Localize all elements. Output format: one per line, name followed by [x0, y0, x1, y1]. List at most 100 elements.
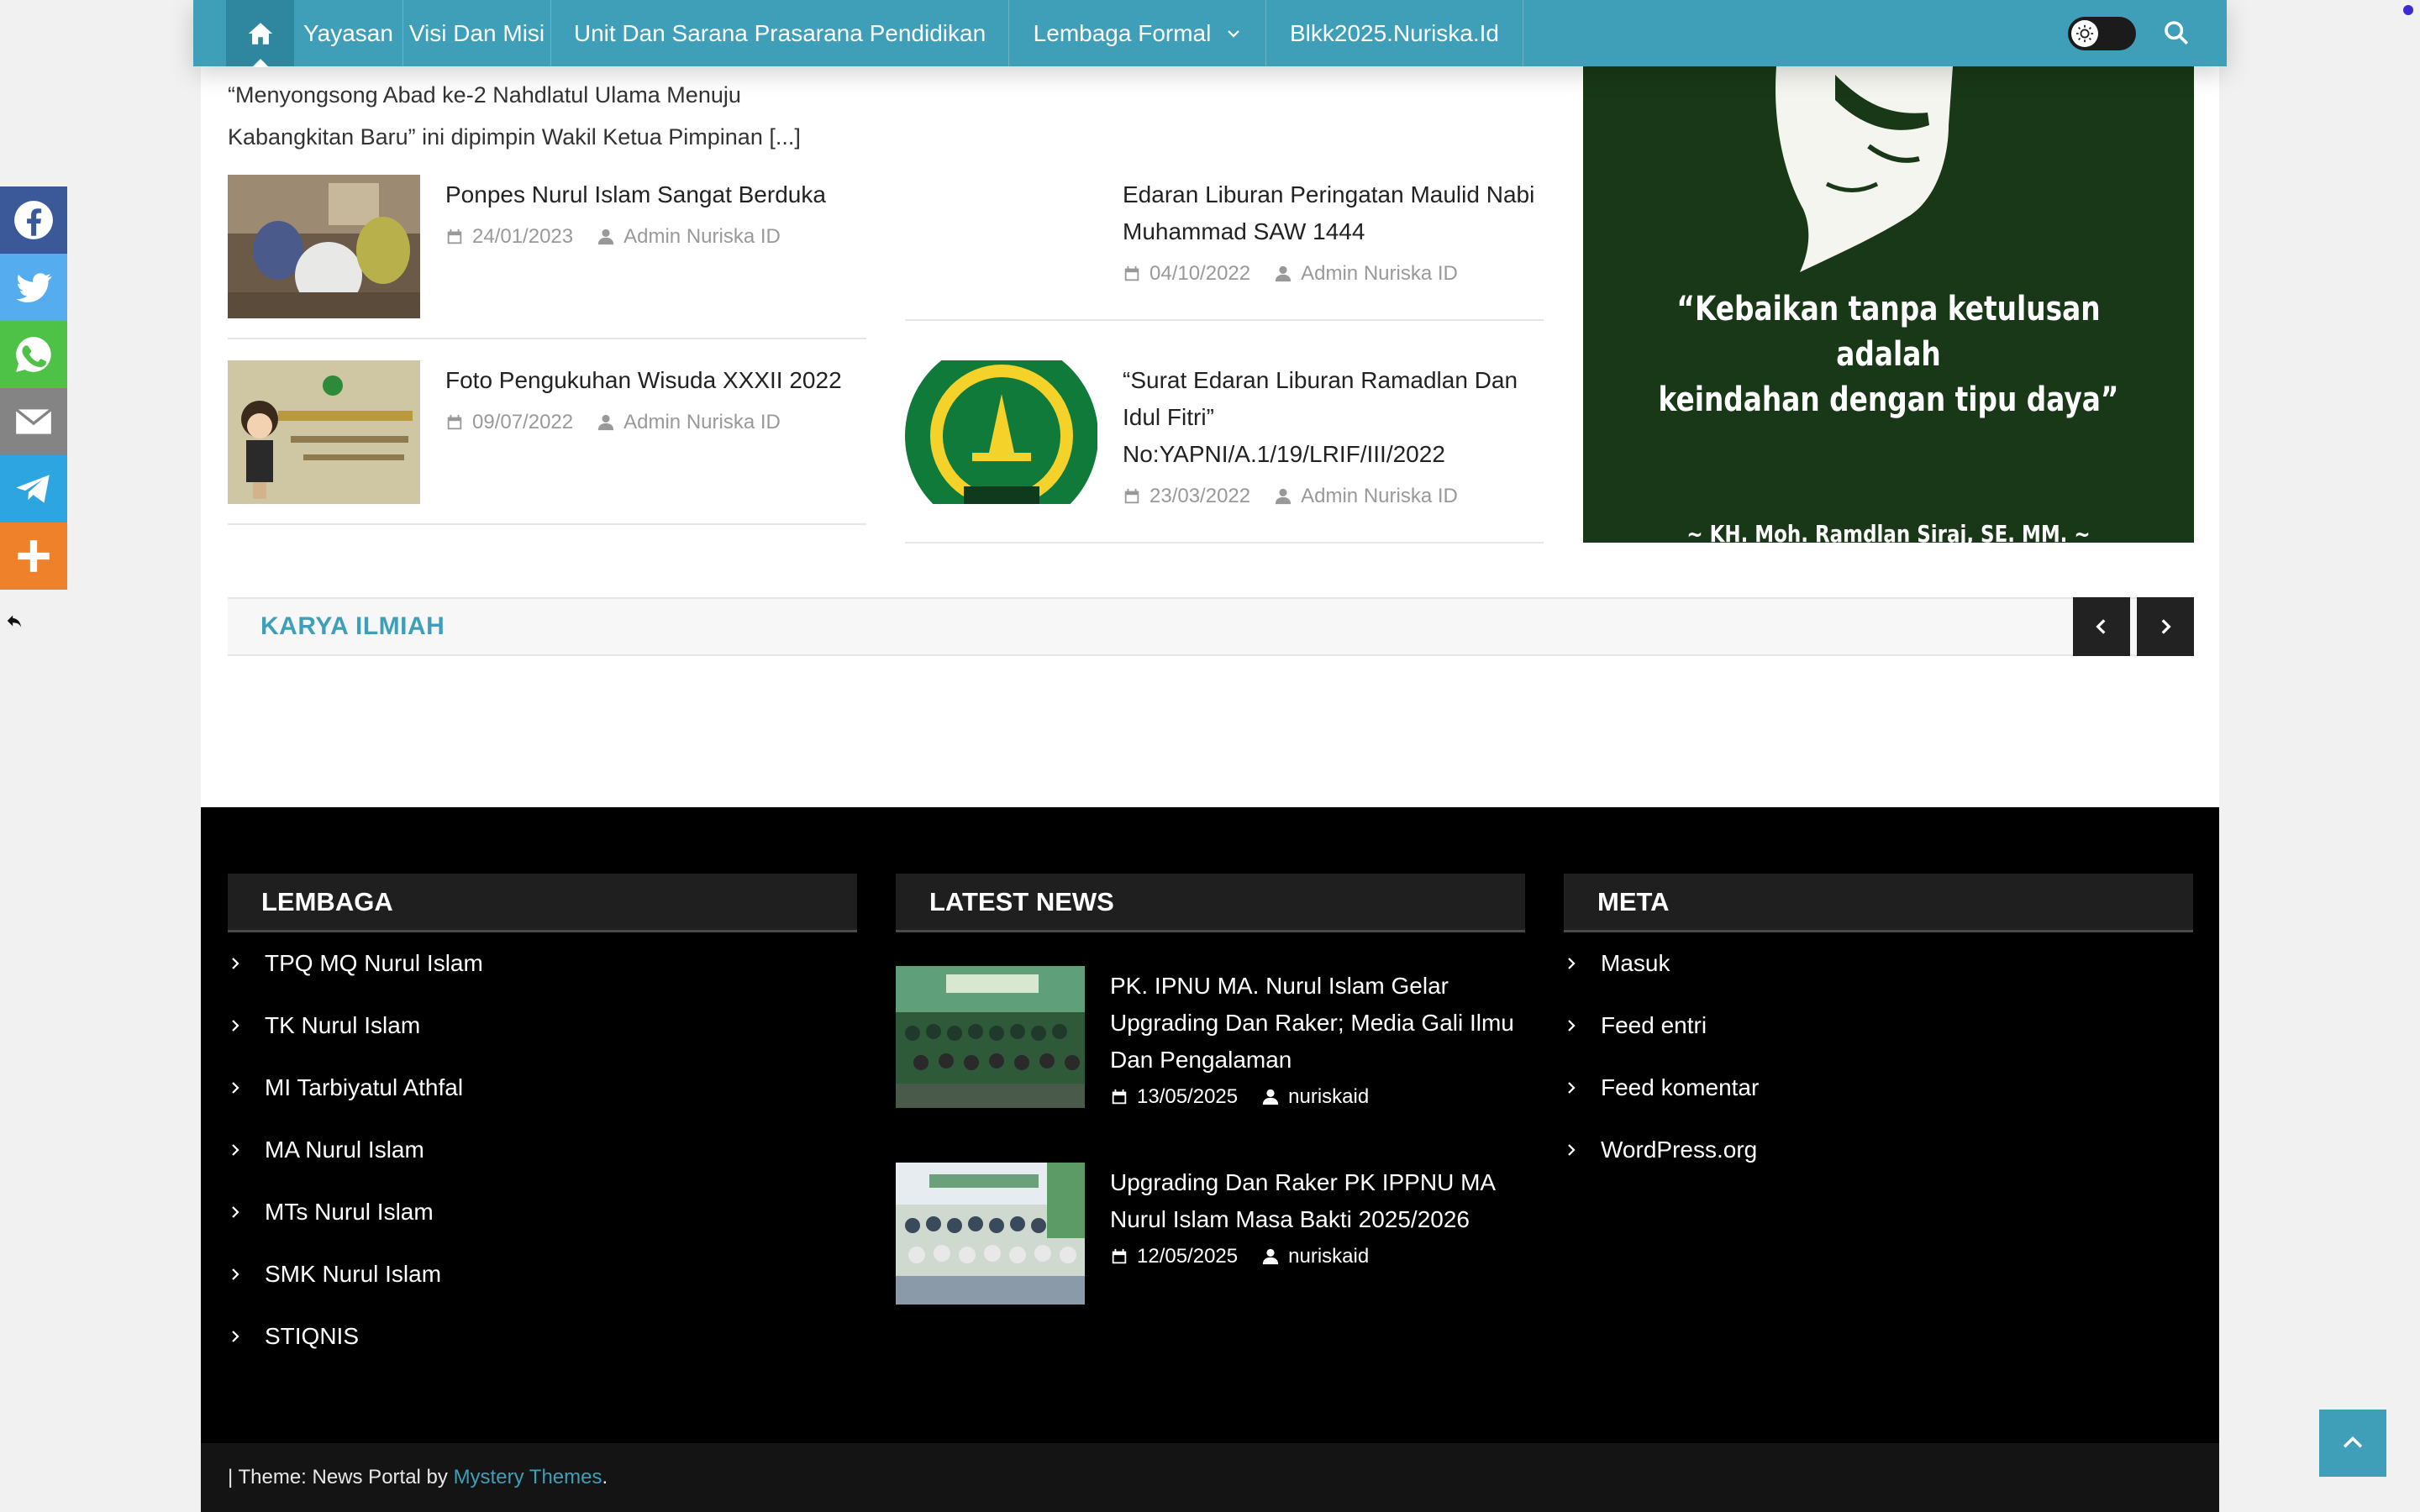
news-thumbnail[interactable] [896, 1163, 1085, 1305]
copyright-text: | Theme: News Portal by [228, 1466, 454, 1488]
dark-mode-toggle[interactable] [2068, 17, 2136, 50]
divider [228, 338, 866, 339]
carousel-next-button[interactable] [2137, 597, 2194, 656]
calendar-icon [1112, 1089, 1127, 1105]
news-thumbnail[interactable] [896, 966, 1085, 1108]
post-thumbnail[interactable] [228, 175, 420, 318]
post-title-line: No:YAPNI/A.1/19/LRIF/III/2022 [1123, 441, 1445, 467]
post-date[interactable]: 09/07/2022 [472, 411, 573, 434]
notification-dot [2403, 5, 2413, 15]
nav-item-visi-misi[interactable]: Visi Dan Misi [403, 0, 551, 66]
nav-item-blkk[interactable]: Blkk2025.Nuriska.Id [1266, 0, 1523, 66]
whatsapp-share-button[interactable] [0, 321, 67, 388]
news-date[interactable]: 13/05/2025 [1137, 1085, 1238, 1109]
nav-item-label: Unit Dan Sarana Prasarana Pendidikan [573, 19, 986, 46]
footer-link-label: Feed komentar [1601, 1074, 1760, 1100]
news-title-line: Upgrading Dan Raker; Media Gali Ilmu [1110, 1010, 1514, 1036]
footer-link[interactable]: WordPress.org [1564, 1119, 1759, 1181]
post-card[interactable]: “Surat Edaran Liburan Ramadlan Dan Idul … [905, 360, 1544, 545]
post-date[interactable]: 23/03/2022 [1150, 485, 1250, 508]
main-navigation: Yayasan Visi Dan Misi Unit Dan Sarana Pr… [193, 0, 2227, 67]
post-title[interactable]: Ponpes Nurul Islam Sangat Berduka [445, 176, 826, 213]
post-title[interactable]: Edaran Liburan Peringatan Maulid Nabi Mu… [1123, 176, 1534, 250]
post-title[interactable]: Foto Pengukuhan Wisuda XXXII 2022 [445, 362, 842, 399]
post-thumbnail[interactable] [228, 360, 420, 504]
twitter-share-button[interactable] [0, 254, 67, 321]
section-title: KARYA ILMIAH [260, 612, 445, 640]
chevron-right-icon [232, 1268, 239, 1280]
nav-item-unit-sarana[interactable]: Unit Dan Sarana Prasarana Pendidikan [551, 0, 1009, 66]
post-card[interactable]: Edaran Liburan Peringatan Maulid Nabi Mu… [905, 175, 1544, 322]
nav-item-yayasan[interactable]: Yayasan [294, 0, 403, 66]
calendar-icon [447, 228, 462, 244]
news-title[interactable]: PK. IPNU MA. Nurul Islam Gelar Upgrading… [1110, 968, 1522, 1079]
post-author[interactable]: Admin Nuriska ID [623, 225, 781, 249]
user-icon [1262, 1089, 1279, 1105]
whatsapp-icon [16, 337, 51, 372]
footer-link[interactable]: MTs Nurul Islam [228, 1181, 483, 1243]
post-title-line: Edaran Liburan Peringatan Maulid Nabi [1123, 181, 1535, 207]
footer-news-item[interactable]: PK. IPNU MA. Nurul Islam Gelar Upgrading… [896, 966, 1525, 1134]
post-thumbnail[interactable] [905, 360, 1097, 504]
facebook-icon [14, 201, 53, 239]
footer-widget-title-lembaga: LEMBAGA [228, 874, 857, 932]
post-author[interactable]: Admin Nuriska ID [623, 411, 781, 434]
post-date[interactable]: 04/10/2022 [1150, 262, 1250, 286]
footer-link[interactable]: Feed entri [1564, 995, 1759, 1057]
calendar-icon [1124, 265, 1139, 281]
nav-home-button[interactable] [226, 0, 294, 67]
footer-link[interactable]: SMK Nurul Islam [228, 1243, 483, 1305]
copyright-bar: | Theme: News Portal by Mystery Themes. [201, 1443, 2219, 1512]
news-author[interactable]: nuriskaid [1288, 1085, 1369, 1109]
post-title[interactable]: “Surat Edaran Liburan Ramadlan Dan Idul … [1123, 362, 1518, 473]
news-title[interactable]: Upgrading Dan Raker PK IPPNU MA Nurul Is… [1110, 1164, 1522, 1238]
telegram-icon [16, 475, 50, 503]
telegram-share-button[interactable] [0, 455, 67, 522]
quote-author: ~ KH. Moh. Ramdlan Siraj, SE. MM. ~ [1686, 520, 2091, 543]
footer-link[interactable]: Feed komentar [1564, 1057, 1759, 1119]
footer-link-label: STIQNIS [265, 1323, 360, 1349]
post-meta: 04/10/2022 Admin Nuriska ID [1123, 262, 1458, 286]
user-icon [1275, 488, 1292, 505]
footer-link[interactable]: Masuk [1564, 932, 1759, 995]
hide-share-arrow-icon[interactable] [5, 612, 24, 630]
home-icon [248, 22, 272, 45]
nav-item-lembaga-formal[interactable]: Lembaga Formal [1009, 0, 1266, 66]
footer-link[interactable]: TPQ MQ Nurul Islam [228, 932, 483, 995]
email-share-button[interactable] [0, 388, 67, 455]
footer-link-label: Feed entri [1601, 1012, 1707, 1038]
news-author[interactable]: nuriskaid [1288, 1245, 1369, 1268]
divider [905, 319, 1544, 321]
back-to-top-button[interactable] [2319, 1410, 2386, 1477]
footer-link[interactable]: MA Nurul Islam [228, 1119, 483, 1181]
plus-icon [18, 540, 50, 572]
search-icon[interactable] [2162, 18, 2191, 47]
post-meta: 09/07/2022 Admin Nuriska ID [445, 411, 781, 434]
carousel-prev-button[interactable] [2073, 597, 2130, 656]
news-title-line: Dan Pengalaman [1110, 1047, 1292, 1073]
quote-banner[interactable]: “Kebaikan tanpa ketulusan adalah keindah… [1583, 66, 2194, 543]
post-card[interactable]: Foto Pengukuhan Wisuda XXXII 2022 09/07/… [228, 360, 866, 525]
post-title-line: Idul Fitri” [1123, 404, 1214, 430]
chevron-right-icon [1568, 1144, 1576, 1156]
footer-link[interactable]: STIQNIS [228, 1305, 483, 1368]
facebook-share-button[interactable] [0, 186, 67, 254]
footer-news-item[interactable]: Upgrading Dan Raker PK IPPNU MA Nurul Is… [896, 1163, 1525, 1314]
nav-item-label: Yayasan [303, 19, 393, 46]
post-date[interactable]: 24/01/2023 [472, 225, 573, 249]
footer-link-label: MTs Nurul Islam [265, 1199, 434, 1225]
sun-icon [2071, 20, 2098, 47]
news-date[interactable]: 12/05/2025 [1137, 1245, 1238, 1268]
post-title-line: Muhammad SAW 1444 [1123, 218, 1365, 244]
chevron-right-icon [1568, 1082, 1576, 1094]
post-card[interactable]: Ponpes Nurul Islam Sangat Berduka 24/01/… [228, 175, 866, 339]
footer-link[interactable]: MI Tarbiyatul Athfal [228, 1057, 483, 1119]
chevron-right-icon [232, 1331, 239, 1342]
post-author[interactable]: Admin Nuriska ID [1301, 262, 1458, 286]
excerpt-line: “Menyongsong Abad ke-2 Nahdlatul Ulama M… [228, 82, 741, 108]
theme-author-link[interactable]: Mystery Themes [454, 1466, 602, 1488]
footer-link[interactable]: TK Nurul Islam [228, 995, 483, 1057]
post-author[interactable]: Admin Nuriska ID [1301, 485, 1458, 508]
news-meta: 12/05/2025 nuriskaid [1110, 1245, 1369, 1268]
more-share-button[interactable] [0, 522, 67, 590]
